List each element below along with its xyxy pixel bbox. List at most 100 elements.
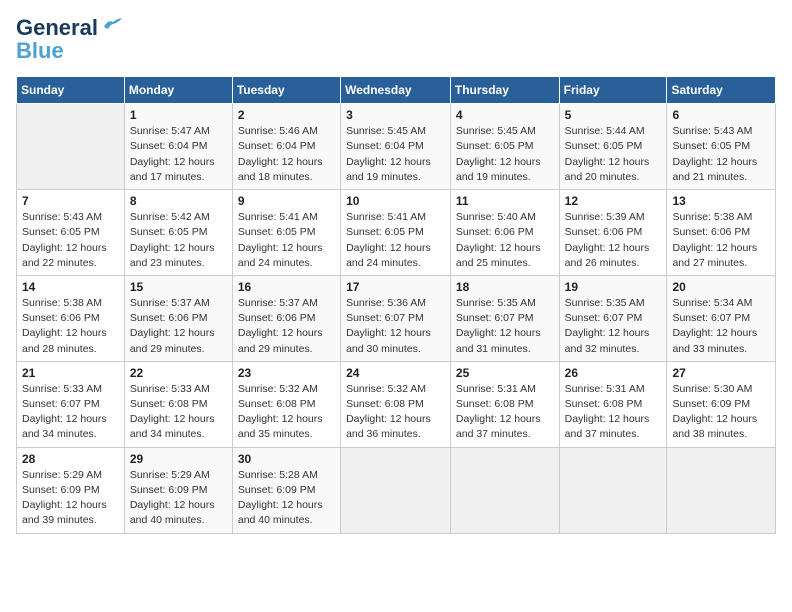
day-number: 6 <box>672 108 770 122</box>
day-info: Sunrise: 5:42 AM Sunset: 6:05 PM Dayligh… <box>130 210 227 271</box>
day-info: Sunrise: 5:47 AM Sunset: 6:04 PM Dayligh… <box>130 124 227 185</box>
header-tuesday: Tuesday <box>232 77 340 104</box>
day-info: Sunrise: 5:38 AM Sunset: 6:06 PM Dayligh… <box>22 296 119 357</box>
day-info: Sunrise: 5:29 AM Sunset: 6:09 PM Dayligh… <box>130 468 227 529</box>
day-info: Sunrise: 5:43 AM Sunset: 6:05 PM Dayligh… <box>672 124 770 185</box>
calendar-week-row: 14 Sunrise: 5:38 AM Sunset: 6:06 PM Dayli… <box>17 275 776 361</box>
day-info: Sunrise: 5:35 AM Sunset: 6:07 PM Dayligh… <box>565 296 662 357</box>
header-wednesday: Wednesday <box>341 77 451 104</box>
day-info: Sunrise: 5:44 AM Sunset: 6:05 PM Dayligh… <box>565 124 662 185</box>
calendar-cell: 5 Sunrise: 5:44 AM Sunset: 6:05 PM Daylig… <box>559 104 667 190</box>
day-info: Sunrise: 5:35 AM Sunset: 6:07 PM Dayligh… <box>456 296 554 357</box>
header-saturday: Saturday <box>667 77 776 104</box>
day-info: Sunrise: 5:41 AM Sunset: 6:05 PM Dayligh… <box>346 210 445 271</box>
calendar-cell: 24Sunrise: 5:32 AM Sunset: 6:08 PM Dayli… <box>341 361 451 447</box>
day-info: Sunrise: 5:33 AM Sunset: 6:08 PM Dayligh… <box>130 382 227 443</box>
day-info: Sunrise: 5:38 AM Sunset: 6:06 PM Dayligh… <box>672 210 770 271</box>
day-number: 5 <box>565 108 662 122</box>
calendar-cell: 12 Sunrise: 5:39 AM Sunset: 6:06 PM Dayli… <box>559 190 667 276</box>
logo: General Blue <box>16 16 124 64</box>
calendar-cell: 29Sunrise: 5:29 AM Sunset: 6:09 PM Dayli… <box>124 447 232 533</box>
header-thursday: Thursday <box>450 77 559 104</box>
logo-bird-icon <box>102 17 124 33</box>
calendar-cell <box>667 447 776 533</box>
day-number: 20 <box>672 280 770 294</box>
calendar-cell: 23 Sunrise: 5:32 AM Sunset: 6:08 PM Dayli… <box>232 361 340 447</box>
calendar-cell: 21 Sunrise: 5:33 AM Sunset: 6:07 PM Dayli… <box>17 361 125 447</box>
day-info: Sunrise: 5:39 AM Sunset: 6:06 PM Dayligh… <box>565 210 662 271</box>
calendar-week-row: 7 Sunrise: 5:43 AM Sunset: 6:05 PM Daylig… <box>17 190 776 276</box>
calendar-cell: 27 Sunrise: 5:30 AM Sunset: 6:09 PM Dayli… <box>667 361 776 447</box>
day-info: Sunrise: 5:33 AM Sunset: 6:07 PM Dayligh… <box>22 382 119 443</box>
header-monday: Monday <box>124 77 232 104</box>
day-number: 24 <box>346 366 445 380</box>
calendar-cell: 3 Sunrise: 5:45 AM Sunset: 6:04 PM Daylig… <box>341 104 451 190</box>
calendar-cell: 20Sunrise: 5:34 AM Sunset: 6:07 PM Dayli… <box>667 275 776 361</box>
header-friday: Friday <box>559 77 667 104</box>
calendar-cell: 4 Sunrise: 5:45 AM Sunset: 6:05 PM Daylig… <box>450 104 559 190</box>
day-number: 15 <box>130 280 227 294</box>
day-info: Sunrise: 5:28 AM Sunset: 6:09 PM Dayligh… <box>238 468 335 529</box>
day-number: 21 <box>22 366 119 380</box>
calendar-cell: 2 Sunrise: 5:46 AM Sunset: 6:04 PM Daylig… <box>232 104 340 190</box>
day-number: 30 <box>238 452 335 466</box>
day-number: 12 <box>565 194 662 208</box>
calendar-cell: 1 Sunrise: 5:47 AM Sunset: 6:04 PM Daylig… <box>124 104 232 190</box>
day-number: 4 <box>456 108 554 122</box>
calendar-cell <box>450 447 559 533</box>
day-info: Sunrise: 5:45 AM Sunset: 6:05 PM Dayligh… <box>456 124 554 185</box>
day-info: Sunrise: 5:37 AM Sunset: 6:06 PM Dayligh… <box>238 296 335 357</box>
calendar-cell: 19 Sunrise: 5:35 AM Sunset: 6:07 PM Dayli… <box>559 275 667 361</box>
day-number: 19 <box>565 280 662 294</box>
day-number: 1 <box>130 108 227 122</box>
day-number: 16 <box>238 280 335 294</box>
calendar-cell: 26 Sunrise: 5:31 AM Sunset: 6:08 PM Dayli… <box>559 361 667 447</box>
calendar-cell <box>17 104 125 190</box>
day-number: 23 <box>238 366 335 380</box>
day-number: 28 <box>22 452 119 466</box>
day-info: Sunrise: 5:46 AM Sunset: 6:04 PM Dayligh… <box>238 124 335 185</box>
calendar-cell: 28 Sunrise: 5:29 AM Sunset: 6:09 PM Dayli… <box>17 447 125 533</box>
day-number: 27 <box>672 366 770 380</box>
page-header: General Blue <box>16 16 776 64</box>
calendar-table: SundayMondayTuesdayWednesdayThursdayFrid… <box>16 76 776 533</box>
calendar-cell: 6 Sunrise: 5:43 AM Sunset: 6:05 PM Daylig… <box>667 104 776 190</box>
day-number: 18 <box>456 280 554 294</box>
day-info: Sunrise: 5:29 AM Sunset: 6:09 PM Dayligh… <box>22 468 119 529</box>
day-info: Sunrise: 5:32 AM Sunset: 6:08 PM Dayligh… <box>238 382 335 443</box>
day-number: 10 <box>346 194 445 208</box>
calendar-cell <box>341 447 451 533</box>
day-number: 2 <box>238 108 335 122</box>
day-number: 26 <box>565 366 662 380</box>
day-number: 8 <box>130 194 227 208</box>
calendar-cell: 10 Sunrise: 5:41 AM Sunset: 6:05 PM Dayli… <box>341 190 451 276</box>
calendar-cell: 17 Sunrise: 5:36 AM Sunset: 6:07 PM Dayli… <box>341 275 451 361</box>
day-info: Sunrise: 5:43 AM Sunset: 6:05 PM Dayligh… <box>22 210 119 271</box>
day-number: 7 <box>22 194 119 208</box>
calendar-header-row: SundayMondayTuesdayWednesdayThursdayFrid… <box>17 77 776 104</box>
day-info: Sunrise: 5:36 AM Sunset: 6:07 PM Dayligh… <box>346 296 445 357</box>
day-number: 11 <box>456 194 554 208</box>
calendar-cell: 25Sunrise: 5:31 AM Sunset: 6:08 PM Dayli… <box>450 361 559 447</box>
day-number: 17 <box>346 280 445 294</box>
logo-blue-text: Blue <box>16 38 64 63</box>
day-info: Sunrise: 5:40 AM Sunset: 6:06 PM Dayligh… <box>456 210 554 271</box>
calendar-cell: 9 Sunrise: 5:41 AM Sunset: 6:05 PM Daylig… <box>232 190 340 276</box>
day-info: Sunrise: 5:31 AM Sunset: 6:08 PM Dayligh… <box>565 382 662 443</box>
calendar-week-row: 28 Sunrise: 5:29 AM Sunset: 6:09 PM Dayli… <box>17 447 776 533</box>
calendar-cell: 11 Sunrise: 5:40 AM Sunset: 6:06 PM Dayli… <box>450 190 559 276</box>
calendar-week-row: 21 Sunrise: 5:33 AM Sunset: 6:07 PM Dayli… <box>17 361 776 447</box>
day-info: Sunrise: 5:30 AM Sunset: 6:09 PM Dayligh… <box>672 382 770 443</box>
day-number: 25 <box>456 366 554 380</box>
calendar-cell: 13Sunrise: 5:38 AM Sunset: 6:06 PM Dayli… <box>667 190 776 276</box>
day-number: 9 <box>238 194 335 208</box>
day-number: 3 <box>346 108 445 122</box>
calendar-cell: 7 Sunrise: 5:43 AM Sunset: 6:05 PM Daylig… <box>17 190 125 276</box>
day-number: 14 <box>22 280 119 294</box>
calendar-cell: 18 Sunrise: 5:35 AM Sunset: 6:07 PM Dayli… <box>450 275 559 361</box>
calendar-week-row: 1 Sunrise: 5:47 AM Sunset: 6:04 PM Daylig… <box>17 104 776 190</box>
day-info: Sunrise: 5:41 AM Sunset: 6:05 PM Dayligh… <box>238 210 335 271</box>
calendar-cell: 16 Sunrise: 5:37 AM Sunset: 6:06 PM Dayli… <box>232 275 340 361</box>
day-info: Sunrise: 5:45 AM Sunset: 6:04 PM Dayligh… <box>346 124 445 185</box>
header-sunday: Sunday <box>17 77 125 104</box>
